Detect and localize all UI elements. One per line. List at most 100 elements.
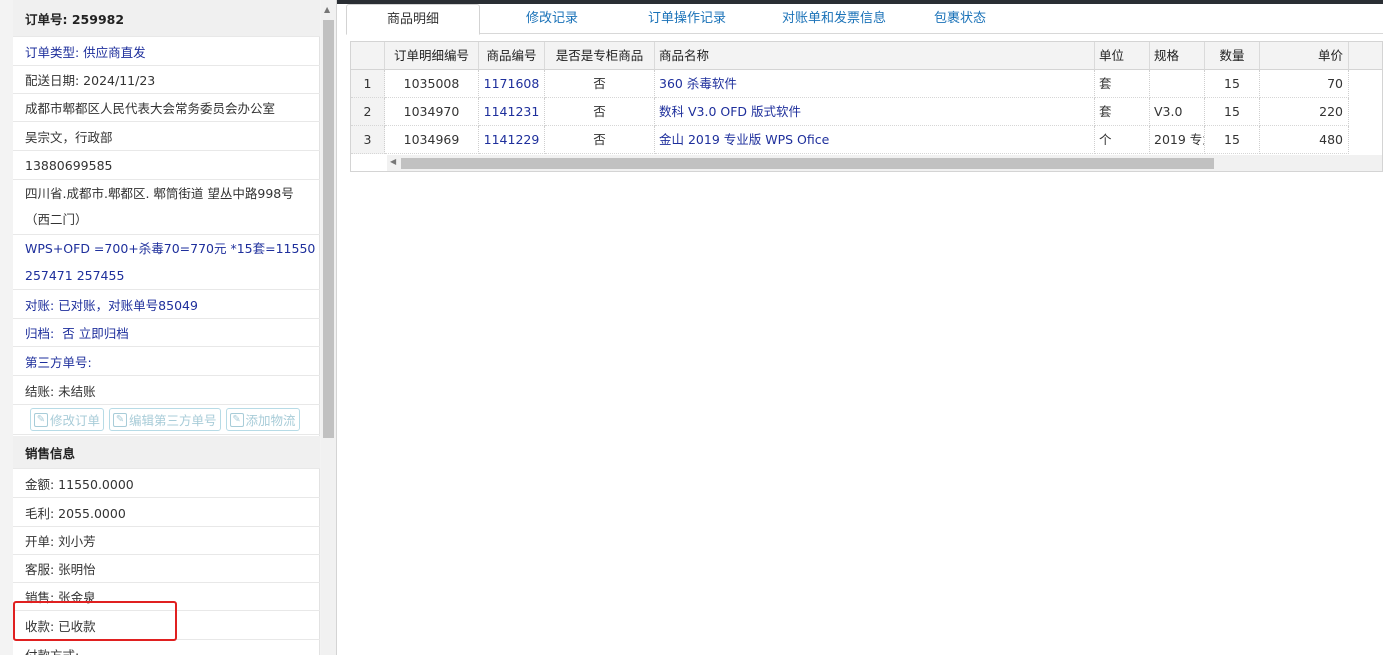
address-row: 四川省.成都市.郫都区. 郫筒街道 望丛中路998号 （西二门） — [13, 180, 320, 235]
phone-row: 13880699585 — [13, 151, 320, 180]
order-info-panel: 订单号: 259982 订单类型: 供应商直发 配送日期: 2024/11/23… — [0, 0, 337, 655]
scroll-left-icon[interactable]: ◀ — [390, 157, 396, 166]
row-number-header — [351, 42, 385, 70]
product-name-link[interactable]: 数科 V3.0 OFD 版式软件 — [655, 98, 1095, 126]
order-note-row: WPS+OFD =700+杀毒70=770元 *15套=11550 257471… — [13, 235, 320, 290]
product-id-link[interactable]: 1171608 — [479, 70, 545, 98]
add-logistics-label: 添加物流 — [245, 413, 296, 428]
counter-item-cell: 否 — [545, 70, 655, 98]
tab-package-status[interactable]: 包裹状态 — [922, 4, 998, 34]
archive-row: 归档: 否 立即归档 — [13, 319, 320, 347]
detail-tabs: 商品明细 修改记录 订单操作记录 对账单和发票信息 包裹状态 — [346, 4, 1383, 35]
order-info-list: 订单号: 259982 订单类型: 供应商直发 配送日期: 2024/11/23… — [13, 0, 320, 655]
archive-now-link[interactable]: 否 立即归档 — [62, 323, 128, 342]
spec-cell: V3.0 — [1150, 98, 1205, 126]
product-id-link[interactable]: 1141229 — [479, 126, 545, 154]
order-type: 订单类型: 供应商直发 — [25, 44, 146, 60]
unit-cell: 套 — [1095, 98, 1150, 126]
order-note-line-2: 257471 257455 — [25, 268, 125, 283]
table-row[interactable]: 3 1034969 1141229 否 金山 2019 专业版 WPS Ofic… — [351, 126, 1382, 154]
sales-info-header: 销售信息 — [13, 436, 320, 469]
unit-cell: 个 — [1095, 126, 1150, 154]
product-id-link[interactable]: 1141231 — [479, 98, 545, 126]
delivery-date-row: 配送日期: 2024/11/23 — [13, 66, 320, 94]
unit-price-cell: 70 — [1260, 70, 1349, 98]
left-panel-scrollbar[interactable]: ▲ — [321, 0, 336, 655]
edit-third-party-label: 编辑第三方单号 — [129, 413, 217, 428]
header-product-id[interactable]: 商品编号 — [479, 42, 545, 70]
grid-header-row: 订单明细编号 商品编号 是否是专柜商品 商品名称 单位 规格 数量 单价 — [351, 42, 1382, 70]
reconcile-status: 对账: 已对账，对账单号85049 — [25, 297, 198, 313]
organization-row: 成都市郫都区人民代表大会常务委员会办公室 — [13, 94, 320, 122]
header-unit[interactable]: 单位 — [1095, 42, 1150, 70]
header-product-name[interactable]: 商品名称 — [655, 42, 1095, 70]
gross-profit: 毛利: 2055.0000 — [25, 505, 126, 521]
edit-order-button[interactable]: ✎ 修改订单 — [30, 408, 105, 431]
customer-service-row: 客服: 张明怡 — [13, 555, 320, 583]
order-number: 订单号: 259982 — [25, 11, 125, 27]
table-row[interactable]: 1 1035008 1171608 否 360 杀毒软件 套 15 70 — [351, 70, 1382, 98]
unit-price-cell: 480 — [1260, 126, 1349, 154]
unit-cell: 套 — [1095, 70, 1150, 98]
settlement-row: 结账: 未结账 — [13, 376, 320, 405]
settlement-status: 结账: 未结账 — [25, 383, 96, 399]
edit-icon: ✎ — [34, 412, 48, 427]
address-line-2: （西二门） — [25, 212, 88, 227]
third-party-row: 第三方单号: — [13, 347, 320, 376]
grid-horizontal-scrollbar[interactable]: ◀ — [387, 155, 1382, 171]
edit-icon: ✎ — [113, 412, 128, 427]
header-filler — [1349, 42, 1382, 70]
phone: 13880699585 — [25, 157, 113, 173]
tab-reconcile-invoice[interactable]: 对账单和发票信息 — [764, 4, 904, 34]
counter-item-cell: 否 — [545, 98, 655, 126]
table-row[interactable]: 2 1034970 1141231 否 数科 V3.0 OFD 版式软件 套 V… — [351, 98, 1382, 126]
header-counter-item[interactable]: 是否是专柜商品 — [545, 42, 655, 70]
amount: 金额: 11550.0000 — [25, 476, 134, 492]
contact-row: 吴宗文，行政部 — [13, 122, 320, 151]
row-number: 3 — [351, 126, 385, 154]
scroll-up-icon[interactable]: ▲ — [324, 5, 330, 14]
gross-profit-row: 毛利: 2055.0000 — [13, 498, 320, 527]
spec-cell: 2019 专业 — [1150, 126, 1205, 154]
spec-cell — [1150, 70, 1205, 98]
tab-change-log[interactable]: 修改记录 — [496, 4, 608, 34]
row-number: 2 — [351, 98, 385, 126]
address-line-1: 四川省.成都市.郫都区. 郫筒街道 望丛中路998号 — [25, 186, 294, 201]
delivery-date: 配送日期: 2024/11/23 — [25, 73, 156, 88]
product-detail-grid: 订单明细编号 商品编号 是否是专柜商品 商品名称 单位 规格 数量 单价 1 1… — [350, 41, 1383, 172]
detail-id-cell: 1035008 — [385, 70, 479, 98]
scrollbar-thumb[interactable] — [323, 20, 334, 438]
product-name-link[interactable]: 金山 2019 专业版 WPS Ofice — [655, 126, 1095, 154]
header-unit-price[interactable]: 单价 — [1260, 42, 1349, 70]
detail-id-cell: 1034969 — [385, 126, 479, 154]
edit-icon: ✎ — [229, 412, 244, 427]
contact: 吴宗文，行政部 — [25, 129, 113, 145]
quantity-cell: 15 — [1205, 98, 1260, 126]
header-detail-id[interactable]: 订单明细编号 — [385, 42, 479, 70]
edit-order-label: 修改订单 — [50, 413, 101, 428]
add-logistics-button[interactable]: ✎ 添加物流 — [225, 408, 300, 431]
payment-method-row: 付款方式: — [13, 640, 320, 655]
order-number-header: 订单号: 259982 — [13, 0, 320, 37]
edit-third-party-button[interactable]: ✎ 编辑第三方单号 — [109, 408, 221, 431]
counter-item-cell: 否 — [545, 126, 655, 154]
header-quantity[interactable]: 数量 — [1205, 42, 1260, 70]
customer-service: 客服: 张明怡 — [25, 562, 96, 577]
product-name-link[interactable]: 360 杀毒软件 — [655, 70, 1095, 98]
tab-order-operations[interactable]: 订单操作记录 — [630, 4, 744, 34]
issuer-row: 开单: 刘小芳 — [13, 527, 320, 555]
sales-info-title: 销售信息 — [25, 445, 76, 461]
quantity-cell: 15 — [1205, 70, 1260, 98]
archive-label: 归档: — [25, 326, 55, 341]
payment-highlight-box — [13, 601, 177, 641]
header-spec[interactable]: 规格 — [1150, 42, 1205, 70]
payment-method: 付款方式: — [25, 645, 79, 655]
third-party-label: 第三方单号: — [25, 354, 92, 370]
order-action-bar: ✎ 修改订单 ✎ 编辑第三方单号 ✎ 添加物流 — [13, 405, 320, 435]
scrollbar-thumb[interactable] — [401, 158, 1214, 169]
detail-id-cell: 1034970 — [385, 98, 479, 126]
organization: 成都市郫都区人民代表大会常务委员会办公室 — [25, 101, 276, 116]
row-number: 1 — [351, 70, 385, 98]
amount-row: 金额: 11550.0000 — [13, 469, 320, 498]
tab-product-details[interactable]: 商品明细 — [346, 4, 480, 35]
